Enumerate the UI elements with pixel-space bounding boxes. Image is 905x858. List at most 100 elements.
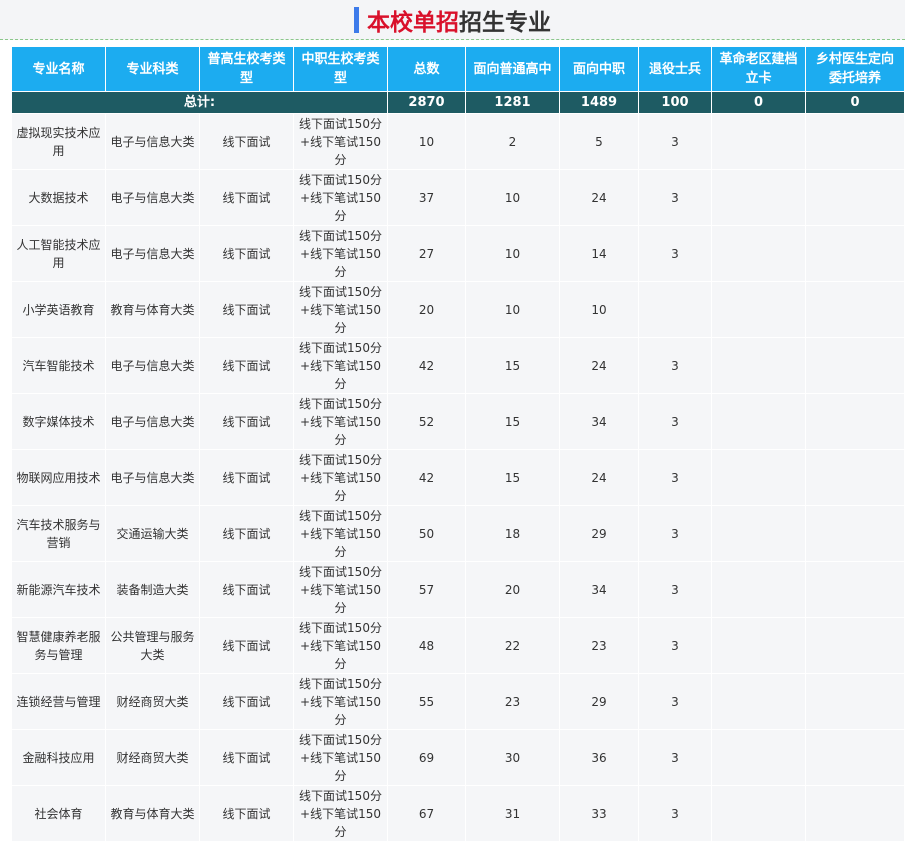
rural-doctor-cell (805, 113, 905, 170)
general-high-school-cell: 30 (465, 729, 560, 786)
veterans-cell: 3 (638, 169, 712, 226)
old-revolutionary-area-cell (711, 337, 806, 394)
general-exam-type-cell: 线下面试 (199, 561, 294, 618)
table-header-row: 专业名称 专业科类 普高生校考类型 中职生校考类型 总数 面向普通高中 面向中职… (11, 46, 905, 92)
table-row: 虚拟现实技术应用 电子与信息大类 线下面试 线下面试150分+线下笔试150分 10 2 5… (11, 113, 905, 170)
major-name-cell: 金融科技应用 (11, 729, 106, 786)
major-name-cell: 连锁经营与管理 (11, 673, 106, 730)
veterans-cell: 3 (638, 561, 712, 618)
old-revolutionary-area-cell (711, 225, 806, 282)
header-general-exam-type: 普高生校考类型 (199, 46, 294, 92)
rural-doctor-cell (805, 169, 905, 226)
old-revolutionary-area-cell (711, 505, 806, 562)
vocational-school-cell: 29 (559, 673, 639, 730)
old-revolutionary-area-cell (711, 785, 806, 842)
major-name-cell: 智慧健康养老服务与管理 (11, 617, 106, 674)
header-major-category: 专业科类 (105, 46, 200, 92)
general-high-school-cell: 20 (465, 561, 560, 618)
header-vocational-exam-type: 中职生校考类型 (293, 46, 388, 92)
header-veterans: 退役士兵 (638, 46, 712, 92)
page-title-highlight: 本校单招 (367, 9, 459, 36)
vocational-exam-type-cell: 线下面试150分+线下笔试150分 (293, 113, 388, 170)
total-value: 100 (638, 91, 712, 114)
general-exam-type-cell: 线下面试 (199, 729, 294, 786)
vocational-school-cell: 10 (559, 281, 639, 338)
total-cell: 37 (387, 169, 466, 226)
total-cell: 27 (387, 225, 466, 282)
total-cell: 52 (387, 393, 466, 450)
vocational-school-cell: 34 (559, 561, 639, 618)
vocational-school-cell: 29 (559, 505, 639, 562)
old-revolutionary-area-cell (711, 113, 806, 170)
vocational-school-cell: 23 (559, 617, 639, 674)
veterans-cell: 3 (638, 449, 712, 506)
major-category-cell: 电子与信息大类 (105, 169, 200, 226)
veterans-cell: 3 (638, 729, 712, 786)
table-row: 智慧健康养老服务与管理 公共管理与服务大类 线下面试 线下面试150分+线下笔试150… (11, 617, 905, 674)
table-row: 小学英语教育 教育与体育大类 线下面试 线下面试150分+线下笔试150分 20 10 10 (11, 281, 905, 338)
total-value: 2870 (387, 91, 466, 114)
header-general-high-school: 面向普通高中 (465, 46, 560, 92)
vocational-exam-type-cell: 线下面试150分+线下笔试150分 (293, 505, 388, 562)
vocational-exam-type-cell: 线下面试150分+线下笔试150分 (293, 785, 388, 842)
header-major-name: 专业名称 (11, 46, 106, 92)
vocational-exam-type-cell: 线下面试150分+线下笔试150分 (293, 281, 388, 338)
general-exam-type-cell: 线下面试 (199, 169, 294, 226)
total-cell: 55 (387, 673, 466, 730)
total-cell: 42 (387, 449, 466, 506)
major-category-cell: 电子与信息大类 (105, 225, 200, 282)
major-category-cell: 电子与信息大类 (105, 113, 200, 170)
rural-doctor-cell (805, 449, 905, 506)
veterans-cell: 3 (638, 225, 712, 282)
vocational-school-cell: 14 (559, 225, 639, 282)
general-exam-type-cell: 线下面试 (199, 785, 294, 842)
major-category-cell: 电子与信息大类 (105, 393, 200, 450)
major-category-cell: 交通运输大类 (105, 505, 200, 562)
vocational-school-cell: 24 (559, 449, 639, 506)
total-cell: 42 (387, 337, 466, 394)
vocational-school-cell: 34 (559, 393, 639, 450)
old-revolutionary-area-cell (711, 561, 806, 618)
total-cell: 10 (387, 113, 466, 170)
rural-doctor-cell (805, 617, 905, 674)
major-name-cell: 物联网应用技术 (11, 449, 106, 506)
vocational-school-cell: 24 (559, 337, 639, 394)
major-name-cell: 小学英语教育 (11, 281, 106, 338)
vocational-exam-type-cell: 线下面试150分+线下笔试150分 (293, 673, 388, 730)
rural-doctor-cell (805, 561, 905, 618)
veterans-cell: 3 (638, 337, 712, 394)
general-exam-type-cell: 线下面试 (199, 449, 294, 506)
rural-doctor-cell (805, 393, 905, 450)
major-category-cell: 电子与信息大类 (105, 337, 200, 394)
vocational-exam-type-cell: 线下面试150分+线下笔试150分 (293, 449, 388, 506)
table-row: 数字媒体技术 电子与信息大类 线下面试 线下面试150分+线下笔试150分 52 15 34… (11, 393, 905, 450)
old-revolutionary-area-cell (711, 169, 806, 226)
general-exam-type-cell: 线下面试 (199, 617, 294, 674)
rural-doctor-cell (805, 505, 905, 562)
table-row: 新能源汽车技术 装备制造大类 线下面试 线下面试150分+线下笔试150分 57 20 34… (11, 561, 905, 618)
rural-doctor-cell (805, 673, 905, 730)
total-cell: 69 (387, 729, 466, 786)
total-cell: 57 (387, 561, 466, 618)
page-title-bar: 本校单招 招生专业 (0, 0, 905, 40)
total-cell: 20 (387, 281, 466, 338)
total-row: 总计: 2870 1281 1489 100 0 0 (11, 91, 905, 114)
general-high-school-cell: 15 (465, 337, 560, 394)
general-high-school-cell: 10 (465, 225, 560, 282)
general-high-school-cell: 31 (465, 785, 560, 842)
major-category-cell: 教育与体育大类 (105, 785, 200, 842)
veterans-cell (638, 281, 712, 338)
header-vocational-school: 面向中职 (559, 46, 639, 92)
veterans-cell: 3 (638, 617, 712, 674)
table-row: 大数据技术 电子与信息大类 线下面试 线下面试150分+线下笔试150分 37 10 24 3 (11, 169, 905, 226)
general-exam-type-cell: 线下面试 (199, 393, 294, 450)
major-category-cell: 装备制造大类 (105, 561, 200, 618)
vocational-exam-type-cell: 线下面试150分+线下笔试150分 (293, 169, 388, 226)
vocational-school-cell: 36 (559, 729, 639, 786)
total-cell: 67 (387, 785, 466, 842)
table-row: 汽车技术服务与营销 交通运输大类 线下面试 线下面试150分+线下笔试150分 50 18… (11, 505, 905, 562)
table-row: 连锁经营与管理 财经商贸大类 线下面试 线下面试150分+线下笔试150分 55 23 29… (11, 673, 905, 730)
vocational-exam-type-cell: 线下面试150分+线下笔试150分 (293, 729, 388, 786)
general-high-school-cell: 10 (465, 169, 560, 226)
vocational-exam-type-cell: 线下面试150分+线下笔试150分 (293, 617, 388, 674)
